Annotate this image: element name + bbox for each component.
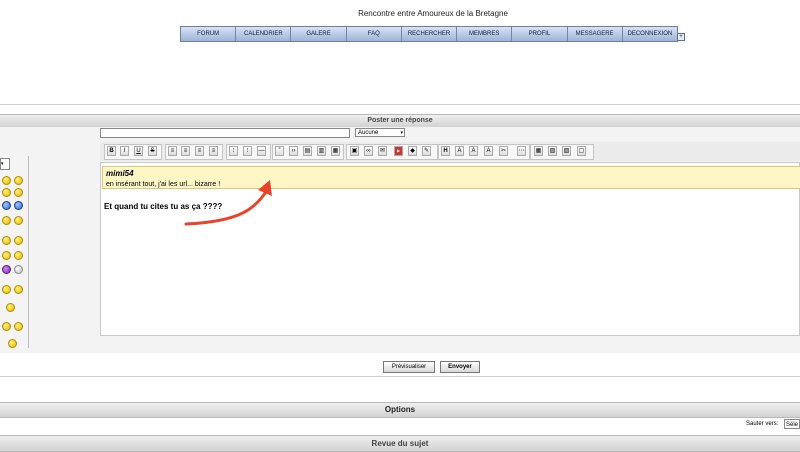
main-navigation: FORUM CALENDRIER GALERE FAQ RECHERCHER M… xyxy=(180,26,678,42)
font-family-icon[interactable]: A xyxy=(484,146,493,156)
topic-review-header[interactable]: Revue du sujet xyxy=(0,435,800,452)
date-icon[interactable]: ▧ xyxy=(548,146,557,156)
underline-button[interactable]: U xyxy=(134,146,143,156)
divider xyxy=(0,376,800,377)
text-icon[interactable]: ▦ xyxy=(331,146,340,156)
smiley-category-select[interactable]: ▾ xyxy=(0,158,10,170)
code-icon[interactable]: ‹› xyxy=(289,146,298,156)
quote-author: mimi54 xyxy=(106,169,134,178)
expand-icon[interactable]: + xyxy=(677,33,685,41)
smiley-icon[interactable] xyxy=(14,285,23,294)
jump-to-select[interactable]: Séle xyxy=(784,419,800,429)
jump-to-label: Sauter vers: xyxy=(746,421,779,427)
numbered-list-icon[interactable]: ⁝ xyxy=(243,146,252,156)
table-icon[interactable]: ▦ xyxy=(534,146,543,156)
hide-icon[interactable]: ▥ xyxy=(317,146,326,156)
nav-forum[interactable]: FORUM xyxy=(181,27,237,41)
italic-button[interactable]: I xyxy=(120,146,129,156)
smiley-icon[interactable] xyxy=(2,188,11,197)
smiley-icon[interactable] xyxy=(2,265,11,274)
nav-galere[interactable]: GALERE xyxy=(291,27,347,41)
clear-icon[interactable]: ▢ xyxy=(577,146,586,156)
align-center-icon[interactable]: ≡ xyxy=(181,146,190,156)
reply-section-header: Poster une réponse xyxy=(0,114,800,128)
text-effect-icon[interactable]: ✂ xyxy=(499,146,508,156)
quote-icon[interactable]: ” xyxy=(275,146,284,156)
paste-icon[interactable]: ▨ xyxy=(562,146,571,156)
smiley-icon[interactable] xyxy=(2,201,11,210)
align-right-icon[interactable]: ≡ xyxy=(195,146,204,156)
smiley-icon[interactable] xyxy=(2,236,11,245)
message-icon-select-value: Aucune xyxy=(358,130,379,136)
nav-membres[interactable]: MEMBRES xyxy=(457,27,513,41)
font-color-icon[interactable]: A xyxy=(469,146,478,156)
send-button[interactable]: Envoyer xyxy=(440,361,480,373)
flash-icon[interactable]: ◆ xyxy=(408,146,417,156)
smiley-icon[interactable] xyxy=(2,285,11,294)
email-icon[interactable]: ✉ xyxy=(378,146,387,156)
divider xyxy=(0,104,800,105)
smiley-icon[interactable] xyxy=(14,265,23,274)
smiley-icon[interactable] xyxy=(14,201,23,210)
smiley-icon[interactable] xyxy=(2,176,11,185)
nav-profil[interactable]: PROFIL xyxy=(512,27,568,41)
smiley-icon[interactable] xyxy=(2,216,11,225)
font-size-icon[interactable]: A xyxy=(455,146,464,156)
smiley-icon[interactable] xyxy=(8,339,17,348)
bold-button[interactable]: B xyxy=(107,146,116,156)
smiley-icon[interactable] xyxy=(14,188,23,197)
horizontal-rule-icon[interactable]: — xyxy=(257,146,266,156)
annotation-arrow xyxy=(184,180,272,226)
nav-messagere[interactable]: MESSAGERE xyxy=(567,27,623,41)
dailymotion-icon[interactable]: ✎ xyxy=(422,146,431,156)
image-icon[interactable]: ▣ xyxy=(350,146,359,156)
align-justify-icon[interactable]: ≡ xyxy=(209,146,218,156)
nav-deconnexion[interactable]: DECONNEXION xyxy=(622,27,677,41)
smiley-icon[interactable] xyxy=(14,251,23,260)
align-left-icon[interactable]: ≡ xyxy=(168,146,177,156)
smiley-icon[interactable] xyxy=(14,176,23,185)
nav-rechercher[interactable]: RECHERCHER xyxy=(401,27,458,41)
smiley-icon[interactable] xyxy=(2,251,11,260)
youtube-icon[interactable]: ▶ xyxy=(394,146,403,156)
link-icon[interactable]: ∞ xyxy=(364,146,373,156)
nav-calendrier[interactable]: CALENDRIER xyxy=(236,27,292,41)
smiley-icon[interactable] xyxy=(14,322,23,331)
smiley-icon[interactable] xyxy=(14,216,23,225)
preview-button[interactable]: Prévisualiser xyxy=(383,361,435,373)
subject-input[interactable] xyxy=(100,128,350,138)
separator-icon[interactable]: ⋯ xyxy=(517,146,526,156)
bullet-list-icon[interactable]: ⁝ xyxy=(229,146,238,156)
smiley-icon[interactable] xyxy=(14,236,23,245)
chevron-down-icon: ▾ xyxy=(400,130,403,136)
heading-button[interactable]: H xyxy=(441,146,450,156)
options-section-header[interactable]: Options xyxy=(0,402,800,418)
site-title: Rencontre entre Amoureux de la Bretagne xyxy=(358,9,508,18)
smiley-icon[interactable] xyxy=(2,322,11,331)
nav-faq[interactable]: FAQ xyxy=(346,27,402,41)
smiley-icon[interactable] xyxy=(6,303,15,312)
message-icon-select[interactable]: Aucune ▾ xyxy=(355,128,405,137)
spoiler-icon[interactable]: ▤ xyxy=(303,146,312,156)
strikethrough-button[interactable]: S xyxy=(148,146,157,156)
